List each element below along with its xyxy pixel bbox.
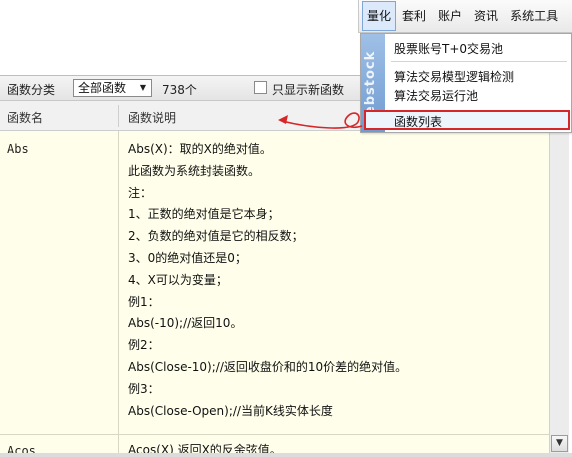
- function-table: Abs Abs(X)：取的X的绝对值。 此函数为系统封装函数。 注： 1、正数的…: [0, 131, 549, 453]
- desc-line: 例2：: [128, 338, 160, 353]
- quant-dropdown-menu: Webstock 股票账号T+0交易池 算法交易模型逻辑检测 算法交易运行池 函…: [360, 33, 572, 133]
- function-count: 738个: [162, 83, 197, 97]
- desc-line: Abs(-10);//返回10。: [128, 316, 243, 331]
- chevron-down-icon: ▼: [139, 83, 147, 92]
- category-label: 函数分类: [7, 83, 56, 97]
- window-bottom-border: [0, 453, 572, 457]
- desc-line: Abs(X)：取的X的绝对值。: [128, 142, 272, 156]
- desc-line: 2、负数的绝对值是它的相反数；: [128, 229, 304, 244]
- vertical-scrollbar[interactable]: ▼: [549, 101, 569, 453]
- scroll-down-icon[interactable]: ▼: [551, 435, 568, 452]
- function-desc-acos: Acos(X) 返回X的反余弦值。: [128, 440, 282, 453]
- desc-line: 3、0的绝对值还是0；: [128, 250, 247, 265]
- menu-bar: 量化 套利 账户 资讯 系统工具: [358, 0, 572, 33]
- menu-item-t0-pool[interactable]: 股票账号T+0交易池: [394, 40, 503, 57]
- desc-line: 1、正数的绝对值是它本身；: [128, 207, 280, 222]
- desc-line: 4、X可以为变量；: [128, 272, 228, 287]
- menu-quant[interactable]: 量化: [362, 1, 397, 31]
- column-header-name[interactable]: 函数名: [7, 109, 43, 126]
- category-select-value: 全部函数: [78, 81, 127, 95]
- row-separator: [0, 434, 549, 435]
- category-select[interactable]: 全部函数 ▼: [73, 79, 152, 97]
- function-name-acos[interactable]: Acos: [7, 444, 36, 453]
- desc-line: 此函数为系统封装函数。: [128, 163, 261, 178]
- menu-arbitrage[interactable]: 套利: [396, 0, 432, 33]
- menu-item-algo-logic-check[interactable]: 算法交易模型逻辑检测: [394, 68, 514, 85]
- menu-system-tools[interactable]: 系统工具: [504, 0, 564, 33]
- desc-line: 例1：: [128, 294, 160, 309]
- column-divider: [118, 105, 119, 127]
- annotation-arrow-icon: [278, 112, 363, 129]
- menu-account[interactable]: 账户: [432, 0, 468, 33]
- function-desc-abs: Abs(X)：取的X的绝对值。 此函数为系统封装函数。 注： 1、正数的绝对值是…: [128, 139, 407, 422]
- desc-line: Abs(Close-10);//返回收盘价和的10价差的绝对值。: [128, 359, 408, 374]
- desc-line: 注：: [128, 185, 153, 200]
- menu-news[interactable]: 资讯: [468, 0, 504, 33]
- desc-line: Abs(Close-Open);//当前K线实体长度: [128, 403, 333, 418]
- column-header-desc[interactable]: 函数说明: [128, 109, 176, 126]
- menu-item-function-list[interactable]: 函数列表: [394, 113, 442, 130]
- function-name-abs[interactable]: Abs: [7, 142, 29, 156]
- menu-item-algo-run-pool[interactable]: 算法交易运行池: [394, 87, 478, 104]
- new-only-label: 只显示新函数: [272, 83, 345, 97]
- desc-line: 例3：: [128, 381, 160, 396]
- new-only-checkbox[interactable]: [254, 81, 267, 94]
- menu-divider: [391, 61, 567, 62]
- column-divider: [118, 131, 119, 453]
- desc-line: Acos(X) 返回X的反余弦值。: [128, 443, 282, 453]
